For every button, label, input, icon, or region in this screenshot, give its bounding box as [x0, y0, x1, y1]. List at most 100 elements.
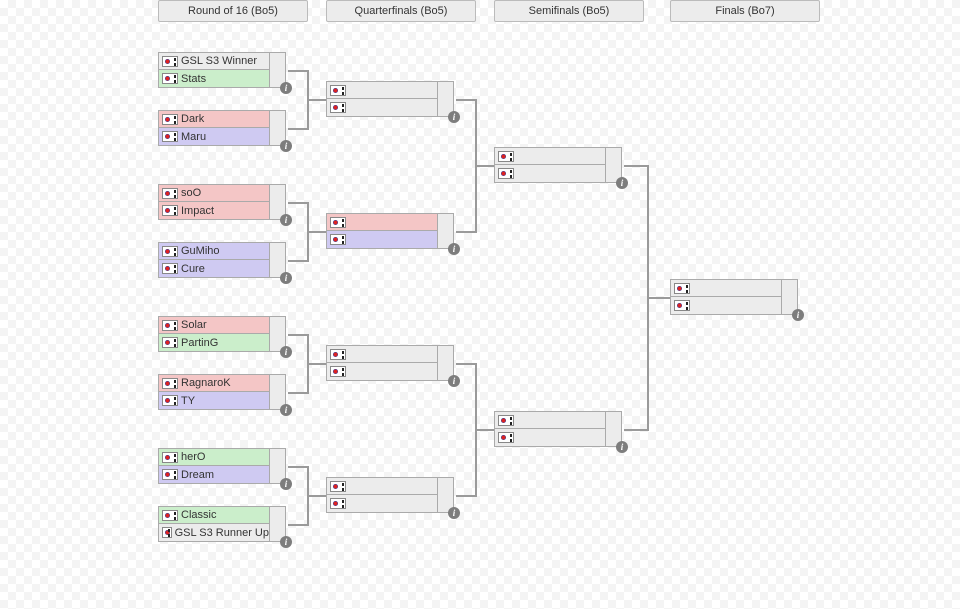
- flag-kr-icon: [162, 56, 178, 67]
- connector: [288, 260, 307, 262]
- player-row[interactable]: Solar: [158, 316, 270, 334]
- player-row[interactable]: [670, 297, 782, 315]
- player-name: RagnaroK: [181, 377, 231, 389]
- info-icon[interactable]: i: [280, 272, 292, 284]
- flag-kr-icon: [162, 188, 178, 199]
- player-row[interactable]: Impact: [158, 202, 270, 220]
- player-row[interactable]: [494, 429, 606, 447]
- round-header-qf[interactable]: Quarterfinals (Bo5): [326, 0, 476, 22]
- player-row[interactable]: [494, 165, 606, 183]
- flag-kr-icon: [498, 151, 514, 162]
- player-row[interactable]: Maru: [158, 128, 270, 146]
- flag-kr-icon: [498, 415, 514, 426]
- round-header-sf[interactable]: Semifinals (Bo5): [494, 0, 644, 22]
- info-icon[interactable]: i: [280, 478, 292, 490]
- connector: [288, 466, 307, 468]
- player-row[interactable]: PartinG: [158, 334, 270, 352]
- player-row[interactable]: Classic: [158, 506, 270, 524]
- round-header-r16[interactable]: Round of 16 (Bo5): [158, 0, 308, 22]
- info-icon[interactable]: i: [280, 140, 292, 152]
- match-r16-7: ClassicGSL S3 Runner Upi: [158, 506, 288, 542]
- player-row[interactable]: Dark: [158, 110, 270, 128]
- player-row[interactable]: [326, 477, 438, 495]
- player-name: GSL S3 Winner: [181, 55, 257, 67]
- player-row[interactable]: RagnaroK: [158, 374, 270, 392]
- round-header-f[interactable]: Finals (Bo7): [670, 0, 820, 22]
- player-row[interactable]: [326, 363, 438, 381]
- flag-kr-icon: [330, 349, 346, 360]
- player-row[interactable]: [326, 81, 438, 99]
- player-row[interactable]: herO: [158, 448, 270, 466]
- player-name: Impact: [181, 205, 214, 217]
- player-name: Cure: [181, 263, 205, 275]
- info-icon[interactable]: i: [448, 243, 460, 255]
- connector: [288, 202, 307, 204]
- info-icon[interactable]: i: [792, 309, 804, 321]
- match-r16-0: GSL S3 WinnerStatsi: [158, 52, 288, 88]
- connector: [475, 429, 494, 431]
- player-row[interactable]: [494, 147, 606, 165]
- player-name: Solar: [181, 319, 207, 331]
- connector: [456, 99, 475, 101]
- player-name: PartinG: [181, 337, 218, 349]
- player-name: Dark: [181, 113, 204, 125]
- info-icon[interactable]: i: [280, 82, 292, 94]
- info-icon[interactable]: i: [280, 346, 292, 358]
- player-row[interactable]: [326, 495, 438, 513]
- player-row[interactable]: [326, 231, 438, 249]
- player-row[interactable]: [670, 279, 782, 297]
- player-row[interactable]: GuMiho: [158, 242, 270, 260]
- flag-kr-icon: [330, 234, 346, 245]
- info-icon[interactable]: i: [448, 375, 460, 387]
- flag-kr-icon: [674, 283, 690, 294]
- player-row[interactable]: TY: [158, 392, 270, 410]
- flag-kr-icon: [162, 320, 178, 331]
- match-sf-1: i: [494, 411, 624, 447]
- player-row[interactable]: Stats: [158, 70, 270, 88]
- flag-kr-icon: [674, 300, 690, 311]
- player-name: soO: [181, 187, 201, 199]
- match-qf-0: i: [326, 81, 456, 117]
- flag-kr-icon: [162, 395, 178, 406]
- player-row[interactable]: [326, 345, 438, 363]
- connector: [624, 429, 647, 431]
- info-icon[interactable]: i: [280, 536, 292, 548]
- connector: [288, 524, 307, 526]
- match-r16-1: DarkMarui: [158, 110, 288, 146]
- flag-kr-icon: [162, 205, 178, 216]
- info-icon[interactable]: i: [448, 111, 460, 123]
- player-name: Dream: [181, 469, 214, 481]
- player-name: Classic: [181, 509, 216, 521]
- connector: [307, 99, 326, 101]
- player-name: TY: [181, 395, 195, 407]
- match-qf-3: i: [326, 477, 456, 513]
- match-r16-6: herODreami: [158, 448, 288, 484]
- flag-kr-icon: [330, 366, 346, 377]
- player-row[interactable]: [494, 411, 606, 429]
- bracket-stage: Round of 16 (Bo5) Quarterfinals (Bo5) Semi…: [0, 0, 960, 609]
- info-icon[interactable]: i: [448, 507, 460, 519]
- connector: [307, 231, 326, 233]
- info-icon[interactable]: i: [616, 177, 628, 189]
- flag-kr-icon: [162, 510, 178, 521]
- info-icon[interactable]: i: [616, 441, 628, 453]
- flag-kr-icon: [162, 131, 178, 142]
- player-row[interactable]: GSL S3 Runner Up: [158, 524, 270, 542]
- player-row[interactable]: GSL S3 Winner: [158, 52, 270, 70]
- connector: [288, 392, 307, 394]
- info-icon[interactable]: i: [280, 404, 292, 416]
- player-name: Stats: [181, 73, 206, 85]
- flag-kr-icon: [330, 102, 346, 113]
- player-name: GuMiho: [181, 245, 220, 257]
- match-qf-1: i: [326, 213, 456, 249]
- connector: [288, 334, 307, 336]
- info-icon[interactable]: i: [280, 214, 292, 226]
- player-row[interactable]: Dream: [158, 466, 270, 484]
- player-row[interactable]: soO: [158, 184, 270, 202]
- player-row[interactable]: [326, 213, 438, 231]
- flag-kr-icon: [330, 217, 346, 228]
- flag-kr-icon: [162, 378, 178, 389]
- player-row[interactable]: Cure: [158, 260, 270, 278]
- flag-kr-icon: [162, 114, 178, 125]
- player-row[interactable]: [326, 99, 438, 117]
